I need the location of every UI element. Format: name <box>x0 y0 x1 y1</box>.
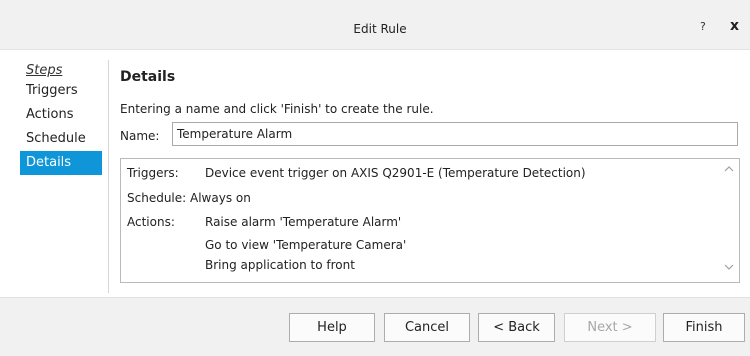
step-actions[interactable]: Actions <box>20 103 110 127</box>
triggers-value: Device event trigger on AXIS Q2901-E (Te… <box>205 166 586 180</box>
dialog-title: Edit Rule <box>353 22 407 36</box>
edit-rule-dialog: Edit Rule ? x Steps Triggers Actions Sch… <box>0 0 750 356</box>
close-icon[interactable]: x <box>730 18 739 34</box>
cancel-button[interactable]: Cancel <box>384 313 470 342</box>
title-bar: Edit Rule ? x <box>0 0 750 50</box>
scroll-up-arrow-icon[interactable] <box>723 165 735 176</box>
actions-label: Actions: <box>127 215 175 229</box>
step-details[interactable]: Details <box>20 151 102 175</box>
action-item: Bring application to front <box>205 258 355 272</box>
triggers-label: Triggers: <box>127 166 179 180</box>
steps-panel: Steps Triggers Actions Schedule Details <box>20 60 110 175</box>
scroll-down-arrow-icon[interactable] <box>723 263 735 274</box>
step-schedule[interactable]: Schedule <box>20 127 110 151</box>
step-triggers[interactable]: Triggers <box>20 79 110 103</box>
button-bar: Help Cancel < Back Next > Finish <box>0 297 750 356</box>
rule-name-input[interactable]: Temperature Alarm <box>172 122 738 146</box>
back-button[interactable]: < Back <box>478 313 555 342</box>
panel-divider <box>108 60 109 293</box>
help-button[interactable]: Help <box>289 313 375 342</box>
instruction-text: Entering a name and click 'Finish' to cr… <box>120 102 434 116</box>
details-title: Details <box>120 69 176 85</box>
action-item: Go to view 'Temperature Camera' <box>205 238 407 252</box>
name-label: Name: <box>120 129 160 143</box>
action-item: Raise alarm 'Temperature Alarm' <box>205 215 402 229</box>
finish-button[interactable]: Finish <box>663 313 745 342</box>
help-icon[interactable]: ? <box>700 20 706 33</box>
rule-summary-box[interactable]: Triggers: Device event trigger on AXIS Q… <box>120 158 740 283</box>
schedule-text: Schedule: Always on <box>127 191 251 205</box>
next-button[interactable]: Next > <box>564 313 656 342</box>
steps-header: Steps <box>26 63 63 78</box>
